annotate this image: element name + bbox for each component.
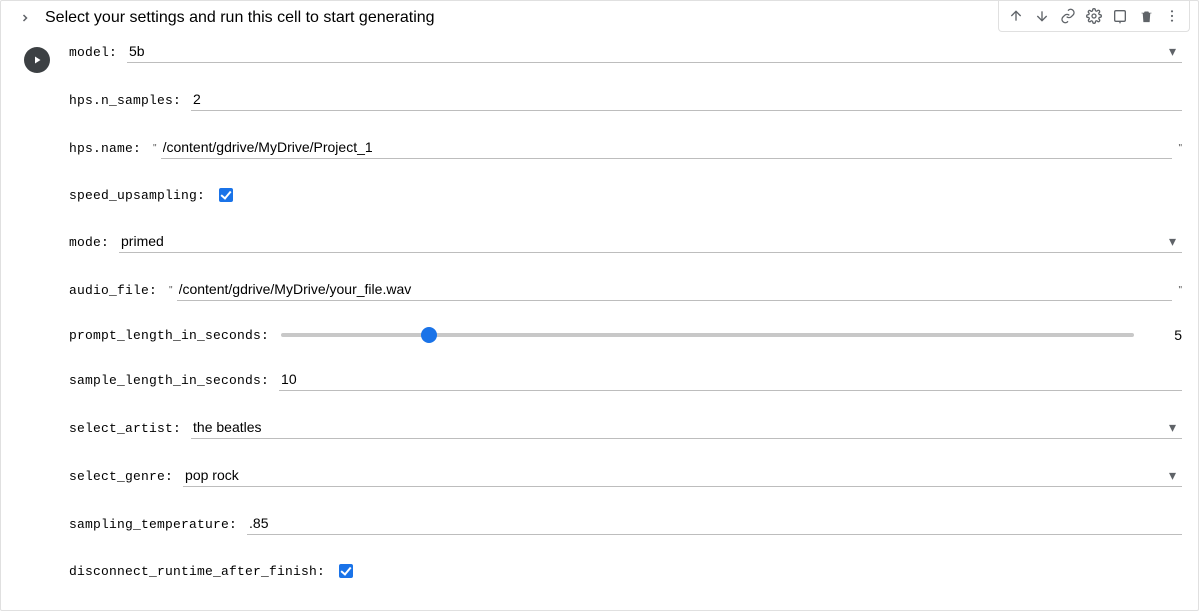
row-name: hps.name: " " [69, 137, 1182, 159]
collapse-chevron-icon[interactable] [19, 12, 31, 24]
chevron-down-icon: ▾ [1169, 419, 1176, 436]
gutter [13, 33, 61, 599]
model-select[interactable]: 5b ▾ [127, 41, 1182, 63]
row-sample-length: sample_length_in_seconds: [69, 369, 1182, 391]
prompt-length-slider[interactable] [281, 333, 1134, 337]
mirror-button[interactable] [1107, 3, 1133, 29]
label-name: hps.name: [69, 141, 141, 156]
label-n-samples: hps.n_samples: [69, 93, 181, 108]
label-select-artist: select_artist: [69, 421, 181, 436]
disconnect-checkbox[interactable] [339, 564, 353, 578]
row-prompt-length: prompt_length_in_seconds: 5 [69, 327, 1182, 343]
more-button[interactable] [1159, 3, 1185, 29]
cell-toolbar [998, 1, 1190, 32]
sampling-temperature-input[interactable] [247, 513, 1182, 535]
n-samples-input[interactable] [191, 89, 1182, 111]
row-disconnect: disconnect_runtime_after_finish: [69, 561, 1182, 581]
cell-title: Select your settings and run this cell t… [45, 9, 435, 27]
label-model: model: [69, 45, 117, 60]
sample-length-input[interactable] [279, 369, 1182, 391]
label-mode: mode: [69, 235, 109, 250]
quote-icon: " [1178, 143, 1182, 154]
select-genre-select[interactable]: pop rock ▾ [183, 465, 1182, 487]
row-speed-upsampling: speed_upsampling: [69, 185, 1182, 205]
quote-icon: " [153, 143, 157, 154]
settings-button[interactable] [1081, 3, 1107, 29]
label-sampling-temperature: sampling_temperature: [69, 517, 237, 532]
link-button[interactable] [1055, 3, 1081, 29]
speed-upsampling-checkbox[interactable] [219, 188, 233, 202]
label-speed-upsampling: speed_upsampling: [69, 188, 205, 203]
cell-body: model: 5b ▾ hps.n_samples: hps.name: " "… [1, 33, 1198, 599]
delete-button[interactable] [1133, 3, 1159, 29]
label-audio-file: audio_file: [69, 283, 157, 298]
run-button[interactable] [24, 47, 50, 73]
row-mode: mode: primed ▾ [69, 231, 1182, 253]
quote-icon: " [169, 285, 173, 296]
move-down-button[interactable] [1029, 3, 1055, 29]
chevron-down-icon: ▾ [1169, 467, 1176, 484]
row-select-artist: select_artist: the beatles ▾ [69, 417, 1182, 439]
form-area: model: 5b ▾ hps.n_samples: hps.name: " "… [61, 33, 1198, 599]
prompt-length-value: 5 [1154, 327, 1182, 343]
row-sampling-temperature: sampling_temperature: [69, 513, 1182, 535]
label-select-genre: select_genre: [69, 469, 173, 484]
name-input[interactable] [161, 137, 1173, 159]
quote-icon: " [1178, 285, 1182, 296]
notebook-cell: Select your settings and run this cell t… [0, 0, 1199, 611]
row-audio-file: audio_file: " " [69, 279, 1182, 301]
row-model: model: 5b ▾ [69, 41, 1182, 63]
label-prompt-length: prompt_length_in_seconds: [69, 328, 269, 343]
chevron-down-icon: ▾ [1169, 43, 1176, 60]
audio-file-input[interactable] [177, 279, 1173, 301]
select-artist-select[interactable]: the beatles ▾ [191, 417, 1182, 439]
label-disconnect: disconnect_runtime_after_finish: [69, 564, 325, 579]
label-sample-length: sample_length_in_seconds: [69, 373, 269, 388]
row-select-genre: select_genre: pop rock ▾ [69, 465, 1182, 487]
chevron-down-icon: ▾ [1169, 233, 1176, 250]
row-n-samples: hps.n_samples: [69, 89, 1182, 111]
mode-select[interactable]: primed ▾ [119, 231, 1182, 253]
move-up-button[interactable] [1003, 3, 1029, 29]
